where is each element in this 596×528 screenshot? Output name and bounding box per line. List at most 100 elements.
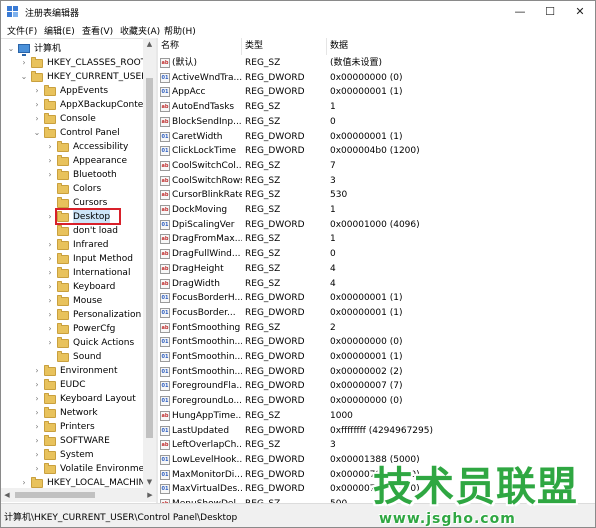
chevron-right-icon[interactable]: ›: [33, 406, 41, 420]
value-row[interactable]: 01 CaretWidth REG_DWORD 0x00000001 (1): [158, 130, 595, 145]
folder-icon: [44, 393, 56, 404]
chevron-down-icon[interactable]: ⌄: [20, 70, 28, 84]
menu-view[interactable]: 查看(V): [82, 24, 113, 37]
value-row[interactable]: 01 AppAcc REG_DWORD 0x00000001 (1): [158, 85, 595, 100]
binary-value-icon: 01: [160, 469, 170, 480]
value-data: 4: [330, 263, 336, 274]
scroll-right-arrow-icon[interactable]: ▶: [144, 488, 156, 502]
value-row[interactable]: ab LeftOverlapCh... REG_SZ 3: [158, 438, 595, 453]
chevron-right-icon[interactable]: ›: [33, 112, 41, 126]
value-name: ActiveWndTra...: [172, 72, 242, 83]
value-data: 0x00000001 (1): [330, 293, 403, 304]
tree-item-label: SOFTWARE: [60, 436, 110, 446]
value-data: 0x000004b0 (1200): [330, 146, 420, 157]
hscroll-thumb[interactable]: [15, 492, 95, 498]
chevron-right-icon[interactable]: ›: [46, 140, 54, 154]
value-row[interactable]: ab DragWidth REG_SZ 4: [158, 277, 595, 292]
value-name: DragFromMax...: [172, 234, 242, 245]
string-value-icon: ab: [160, 234, 170, 245]
chevron-right-icon[interactable]: ›: [46, 238, 54, 252]
tree-item-label: Keyboard: [73, 282, 116, 292]
chevron-right-icon[interactable]: ›: [46, 322, 54, 336]
chevron-right-icon[interactable]: ›: [33, 434, 41, 448]
chevron-right-icon[interactable]: ›: [46, 154, 54, 168]
chevron-down-icon[interactable]: ⌄: [33, 126, 41, 140]
chevron-right-icon[interactable]: ›: [33, 84, 41, 98]
value-row[interactable]: ab CoolSwitchCol... REG_SZ 7: [158, 159, 595, 174]
value-row[interactable]: ab AutoEndTasks REG_SZ 1: [158, 100, 595, 115]
column-header-data[interactable]: 数据: [327, 38, 595, 55]
value-row[interactable]: ab BlockSendInp... REG_SZ 0: [158, 115, 595, 130]
value-type: REG_SZ: [245, 190, 281, 201]
folder-icon: [57, 309, 69, 320]
menu-bar: 文件(F) 编辑(E) 查看(V) 收藏夹(A) 帮助(H): [1, 23, 595, 37]
value-data: 3: [330, 175, 336, 186]
title-bar[interactable]: 注册表编辑器 — ☐ ✕: [1, 1, 595, 23]
tree-item-label: 计算机: [34, 44, 62, 54]
chevron-right-icon[interactable]: ›: [46, 210, 54, 224]
value-row[interactable]: ab CoolSwitchRows REG_SZ 3: [158, 174, 595, 189]
chevron-right-icon[interactable]: ›: [33, 448, 41, 462]
value-data: 1: [330, 205, 336, 215]
menu-file[interactable]: 文件(F): [7, 24, 37, 37]
value-row[interactable]: 01 LastUpdated REG_DWORD 0xffffffff (429496…: [158, 424, 595, 439]
chevron-right-icon[interactable]: ›: [33, 98, 41, 112]
binary-value-icon: 01: [160, 425, 170, 436]
value-row[interactable]: 01 ForegroundLo... REG_DWORD 0x00000000 (0): [158, 394, 595, 409]
registry-key-tree[interactable]: ⌄ 计算机 › HKEY_CLASSES_ROOT ⌄ HKEY_CURRENT_USER…: [1, 38, 173, 504]
value-type: REG_DWORD: [245, 293, 305, 304]
scroll-thumb[interactable]: [146, 78, 153, 438]
value-row[interactable]: 01 ActiveWndTra... REG_DWORD 0x00000000 (0): [158, 71, 595, 86]
chevron-right-icon[interactable]: ›: [46, 252, 54, 266]
chevron-right-icon[interactable]: ›: [46, 280, 54, 294]
menu-favorites[interactable]: 收藏夹(A): [120, 24, 160, 37]
menu-help[interactable]: 帮助(H): [164, 24, 196, 37]
chevron-right-icon[interactable]: ›: [33, 364, 41, 378]
chevron-right-icon[interactable]: ›: [46, 168, 54, 182]
value-row[interactable]: 01 ForegroundFla... REG_DWORD 0x00000007 (7…: [158, 379, 595, 394]
value-row[interactable]: ab CursorBlinkRate REG_SZ 530: [158, 188, 595, 203]
minimize-button[interactable]: —: [505, 1, 535, 23]
menu-edit[interactable]: 编辑(E): [44, 24, 75, 37]
value-row[interactable]: ab FontSmoothing REG_SZ 2: [158, 321, 595, 336]
chevron-right-icon[interactable]: ›: [46, 294, 54, 308]
column-header-type[interactable]: 类型: [242, 38, 327, 55]
chevron-right-icon[interactable]: ›: [33, 462, 41, 476]
chevron-right-icon[interactable]: ›: [46, 336, 54, 350]
value-row[interactable]: 01 ClickLockTime REG_DWORD 0x000004b0 (1200…: [158, 144, 595, 159]
value-row[interactable]: ab DockMoving REG_SZ 1: [158, 203, 595, 218]
chevron-right-icon[interactable]: ›: [33, 420, 41, 434]
value-row[interactable]: ab DragHeight REG_SZ 4: [158, 262, 595, 277]
binary-value-icon: 01: [160, 131, 170, 142]
value-row[interactable]: 01 FontSmoothin... REG_DWORD 0x00000000 (0): [158, 335, 595, 350]
folder-icon: [44, 407, 56, 418]
scroll-left-arrow-icon[interactable]: ◀: [1, 488, 13, 502]
close-button[interactable]: ✕: [565, 1, 595, 23]
tree-horizontal-scrollbar[interactable]: ◀ ▶: [1, 488, 156, 502]
scroll-down-arrow-icon[interactable]: ▼: [143, 476, 156, 488]
tree-vertical-scrollbar[interactable]: ▲ ▼: [143, 38, 156, 488]
chevron-right-icon[interactable]: ›: [46, 266, 54, 280]
value-row[interactable]: 01 FocusBorderH... REG_DWORD 0x00000001 (1): [158, 291, 595, 306]
value-name: AppAcc: [172, 87, 206, 98]
tree-item-label: Printers: [60, 422, 95, 432]
value-row[interactable]: 01 FontSmoothin... REG_DWORD 0x00000001 (1): [158, 350, 595, 365]
maximize-button[interactable]: ☐: [535, 1, 565, 23]
chevron-right-icon[interactable]: ›: [20, 56, 28, 70]
chevron-right-icon[interactable]: ›: [33, 378, 41, 392]
scroll-up-arrow-icon[interactable]: ▲: [143, 38, 156, 50]
value-row[interactable]: 01 FontSmoothin... REG_DWORD 0x00000002 (2): [158, 365, 595, 380]
string-value-icon: ab: [160, 410, 170, 421]
value-row[interactable]: 01 DpiScalingVer REG_DWORD 0x00001000 (4096…: [158, 218, 595, 233]
value-row[interactable]: ab DragFullWind... REG_SZ 0: [158, 247, 595, 262]
value-row[interactable]: 01 FocusBorder... REG_DWORD 0x00000001 (1): [158, 306, 595, 321]
column-header-name[interactable]: 名称: [158, 38, 242, 55]
chevron-right-icon[interactable]: ›: [33, 392, 41, 406]
chevron-down-icon[interactable]: ⌄: [7, 42, 15, 56]
value-row[interactable]: ab DragFromMax... REG_SZ 1: [158, 232, 595, 247]
string-value-icon: ab: [160, 278, 170, 289]
value-row[interactable]: ab HungAppTime... REG_SZ 1000: [158, 409, 595, 424]
value-row[interactable]: ab (默认) REG_SZ (数值未设置): [158, 56, 595, 71]
value-data: 0: [330, 116, 336, 127]
chevron-right-icon[interactable]: ›: [46, 308, 54, 322]
